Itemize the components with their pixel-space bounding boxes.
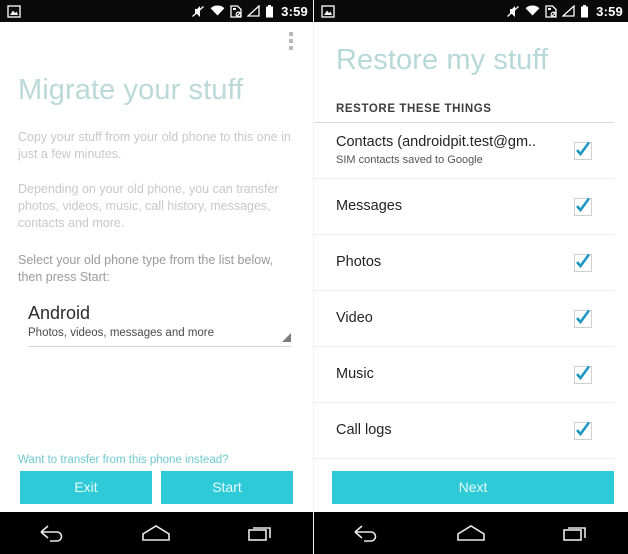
- page-title: Restore my stuff: [336, 44, 549, 76]
- status-bar-right: 3:59: [314, 0, 628, 22]
- left-button-row: Exit Start: [0, 471, 313, 512]
- wifi-icon: [210, 5, 225, 17]
- spinner-subtitle: Photos, videos, messages and more: [28, 327, 215, 339]
- status-bar-notifications: [321, 4, 335, 18]
- left-phone-screen: 3:59 Migrate your stuff Copy your stuff …: [0, 0, 314, 554]
- restore-items-list: Contacts (androidpit.test@gm.. SIM conta…: [314, 123, 628, 459]
- intro-paragraph-2: Depending on your old phone, you can tra…: [18, 182, 279, 230]
- list-item-title: Contacts (androidpit.test@gm..: [336, 134, 537, 150]
- status-bar-system-icons: 3:59: [506, 4, 623, 19]
- list-item-title: Call logs: [336, 422, 392, 438]
- signal-triangle-icon: [562, 5, 575, 17]
- screenshot-image-icon: [321, 4, 335, 18]
- home-icon[interactable]: [455, 523, 487, 543]
- status-bar-system-icons: 3:59: [191, 4, 308, 19]
- navigation-bar-left: [0, 512, 313, 554]
- checkbox-checked-icon[interactable]: [574, 197, 592, 216]
- list-item[interactable]: Contacts (androidpit.test@gm.. SIM conta…: [314, 123, 614, 179]
- start-button[interactable]: Start: [161, 471, 293, 504]
- back-icon[interactable]: [351, 523, 381, 543]
- page-title: Migrate your stuff: [18, 74, 244, 106]
- spinner-selected-value: Android: [28, 303, 91, 323]
- list-item-text: Music: [336, 365, 374, 384]
- list-item-text: Photos: [336, 253, 381, 272]
- list-item[interactable]: Messages: [314, 179, 614, 235]
- list-item-text: Video: [336, 309, 373, 328]
- checkbox-checked-icon[interactable]: [574, 309, 592, 328]
- checkbox-checked-icon[interactable]: [574, 365, 592, 384]
- status-bar-clock: 3:59: [596, 3, 623, 19]
- list-item[interactable]: Call logs: [314, 403, 614, 459]
- phone-type-spinner[interactable]: Android Photos, videos, messages and mor…: [28, 302, 291, 347]
- list-item-text: Call logs: [336, 421, 392, 440]
- vibrate-muted-icon: [191, 5, 205, 18]
- screenshot-image-icon: [7, 4, 21, 18]
- battery-icon: [580, 4, 589, 18]
- vibrate-muted-icon: [506, 5, 520, 18]
- wifi-icon: [525, 5, 540, 17]
- right-screen-content: Restore my stuff RESTORE THESE THINGS Co…: [314, 22, 628, 512]
- sdcard-icon: [545, 4, 557, 18]
- list-item-text: Messages: [336, 197, 402, 216]
- left-screen-content: Migrate your stuff Copy your stuff from …: [0, 22, 313, 512]
- exit-button[interactable]: Exit: [20, 471, 152, 504]
- right-phone-screen: 3:59 Restore my stuff RESTORE THESE THIN…: [314, 0, 628, 554]
- list-item[interactable]: Video: [314, 291, 614, 347]
- list-item-title: Music: [336, 366, 374, 382]
- sdcard-icon: [230, 4, 242, 18]
- list-item-title: Video: [336, 310, 373, 326]
- list-item-title: Photos: [336, 254, 382, 270]
- list-item[interactable]: Photos: [314, 235, 614, 291]
- list-item[interactable]: Music: [314, 347, 614, 403]
- status-bar-clock: 3:59: [281, 3, 308, 19]
- battery-icon: [265, 4, 274, 18]
- intro-paragraph-1: Copy your stuff from your old phone to t…: [18, 130, 291, 161]
- right-button-row: Next: [314, 471, 628, 512]
- recents-icon[interactable]: [246, 523, 276, 543]
- home-icon[interactable]: [140, 523, 172, 543]
- list-item-subtitle: SIM contacts saved to Google: [336, 154, 483, 166]
- list-item-text: Contacts (androidpit.test@gm.. SIM conta…: [336, 133, 536, 168]
- back-icon[interactable]: [37, 523, 67, 543]
- list-item-title: Messages: [336, 198, 403, 214]
- signal-triangle-icon: [247, 5, 260, 17]
- overflow-menu-icon[interactable]: [289, 32, 293, 50]
- intro-paragraph-3: Select your old phone type from the list…: [18, 253, 274, 284]
- transfer-from-this-phone-link[interactable]: Want to transfer from this phone instead…: [18, 454, 229, 466]
- recents-icon[interactable]: [561, 523, 591, 543]
- dropdown-arrow-icon: [282, 333, 291, 342]
- checkbox-checked-icon[interactable]: [574, 141, 592, 160]
- overflow-dot: [289, 39, 293, 43]
- navigation-bar-right: [314, 512, 628, 554]
- section-header: RESTORE THESE THINGS: [314, 103, 614, 123]
- dual-screenshot-container: 3:59 Migrate your stuff Copy your stuff …: [0, 0, 628, 554]
- status-bar-left: 3:59: [0, 0, 313, 22]
- next-button[interactable]: Next: [332, 471, 614, 504]
- overflow-dot: [289, 46, 293, 50]
- overflow-dot: [289, 32, 293, 36]
- status-bar-notifications: [7, 4, 21, 18]
- checkbox-checked-icon[interactable]: [574, 421, 592, 440]
- checkbox-checked-icon[interactable]: [574, 253, 592, 272]
